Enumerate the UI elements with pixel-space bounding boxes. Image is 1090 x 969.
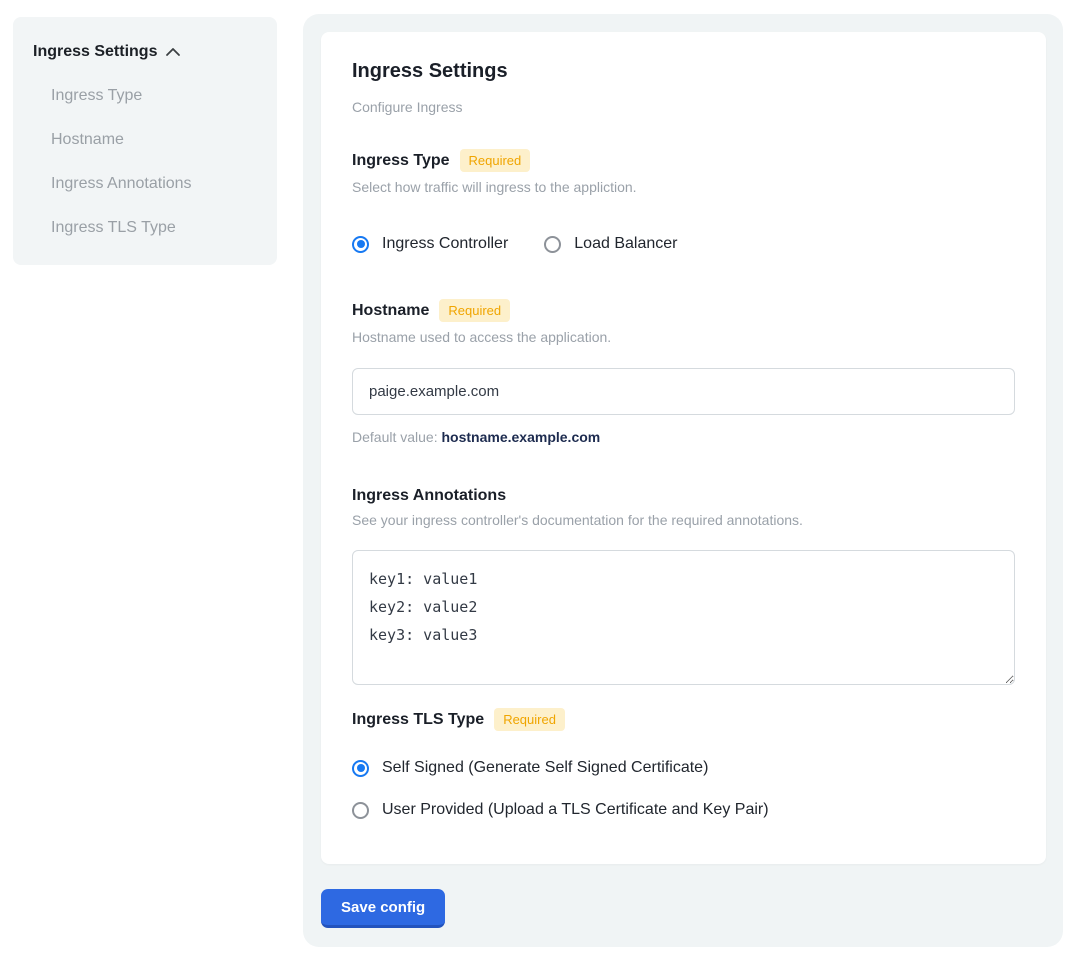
ingress-type-radio-group: Ingress Controller Load Balancer [352, 235, 1015, 253]
radio-load-balancer[interactable]: Load Balancer [544, 235, 677, 253]
settings-sidebar: Ingress Settings Ingress Type Hostname I… [13, 17, 277, 265]
sidebar-nav: Ingress Type Hostname Ingress Annotation… [51, 87, 257, 237]
radio-user-provided[interactable]: User Provided (Upload a TLS Certificate … [352, 801, 1015, 819]
hostname-input[interactable] [352, 368, 1015, 415]
tls-type-label: Ingress TLS Type [352, 711, 484, 729]
section-ingress-tls-type: Ingress TLS Type Required Self Signed (G… [352, 708, 1015, 819]
radio-label: Load Balancer [574, 235, 677, 253]
annotations-textarea[interactable]: key1: value1 key2: value2 key3: value3 [352, 550, 1015, 685]
section-hostname: Hostname Required Hostname used to acces… [352, 299, 1015, 445]
default-value-text: hostname.example.com [442, 429, 601, 445]
ingress-type-description: Select how traffic will ingress to the a… [352, 179, 1015, 195]
required-badge: Required [494, 708, 565, 731]
annotations-description: See your ingress controller's documentat… [352, 512, 1015, 528]
ingress-type-label: Ingress Type [352, 152, 450, 170]
hostname-description: Hostname used to access the application. [352, 329, 1015, 345]
radio-selected-icon[interactable] [352, 760, 369, 777]
section-ingress-annotations: Ingress Annotations See your ingress con… [352, 487, 1015, 690]
sidebar-section-title: Ingress Settings [33, 43, 157, 61]
page-title: Ingress Settings [352, 60, 1015, 83]
default-value-label: Default value: [352, 429, 438, 445]
radio-unselected-icon[interactable] [544, 236, 561, 253]
sidebar-item-hostname[interactable]: Hostname [51, 131, 257, 149]
chevron-up-icon [165, 46, 181, 58]
sidebar-section-toggle[interactable]: Ingress Settings [33, 43, 257, 61]
save-config-button[interactable]: Save config [321, 889, 445, 928]
radio-label: User Provided (Upload a TLS Certificate … [382, 801, 769, 819]
page-subtitle: Configure Ingress [352, 99, 1015, 115]
hostname-label: Hostname [352, 302, 429, 320]
tls-type-radio-group: Self Signed (Generate Self Signed Certif… [352, 759, 1015, 819]
radio-selected-icon[interactable] [352, 236, 369, 253]
section-ingress-type: Ingress Type Required Select how traffic… [352, 149, 1015, 253]
radio-label: Self Signed (Generate Self Signed Certif… [382, 759, 708, 777]
radio-label: Ingress Controller [382, 235, 508, 253]
radio-unselected-icon[interactable] [352, 802, 369, 819]
sidebar-item-ingress-annotations[interactable]: Ingress Annotations [51, 175, 257, 193]
required-badge: Required [460, 149, 531, 172]
radio-ingress-controller[interactable]: Ingress Controller [352, 235, 508, 253]
settings-panel: Ingress Settings Configure Ingress Ingre… [303, 14, 1063, 947]
sidebar-item-ingress-type[interactable]: Ingress Type [51, 87, 257, 105]
sidebar-item-ingress-tls-type[interactable]: Ingress TLS Type [51, 219, 257, 237]
required-badge: Required [439, 299, 510, 322]
hostname-default-line: Default value: hostname.example.com [352, 429, 1015, 445]
ingress-settings-card: Ingress Settings Configure Ingress Ingre… [321, 32, 1046, 864]
annotations-label: Ingress Annotations [352, 487, 506, 505]
radio-self-signed[interactable]: Self Signed (Generate Self Signed Certif… [352, 759, 1015, 777]
